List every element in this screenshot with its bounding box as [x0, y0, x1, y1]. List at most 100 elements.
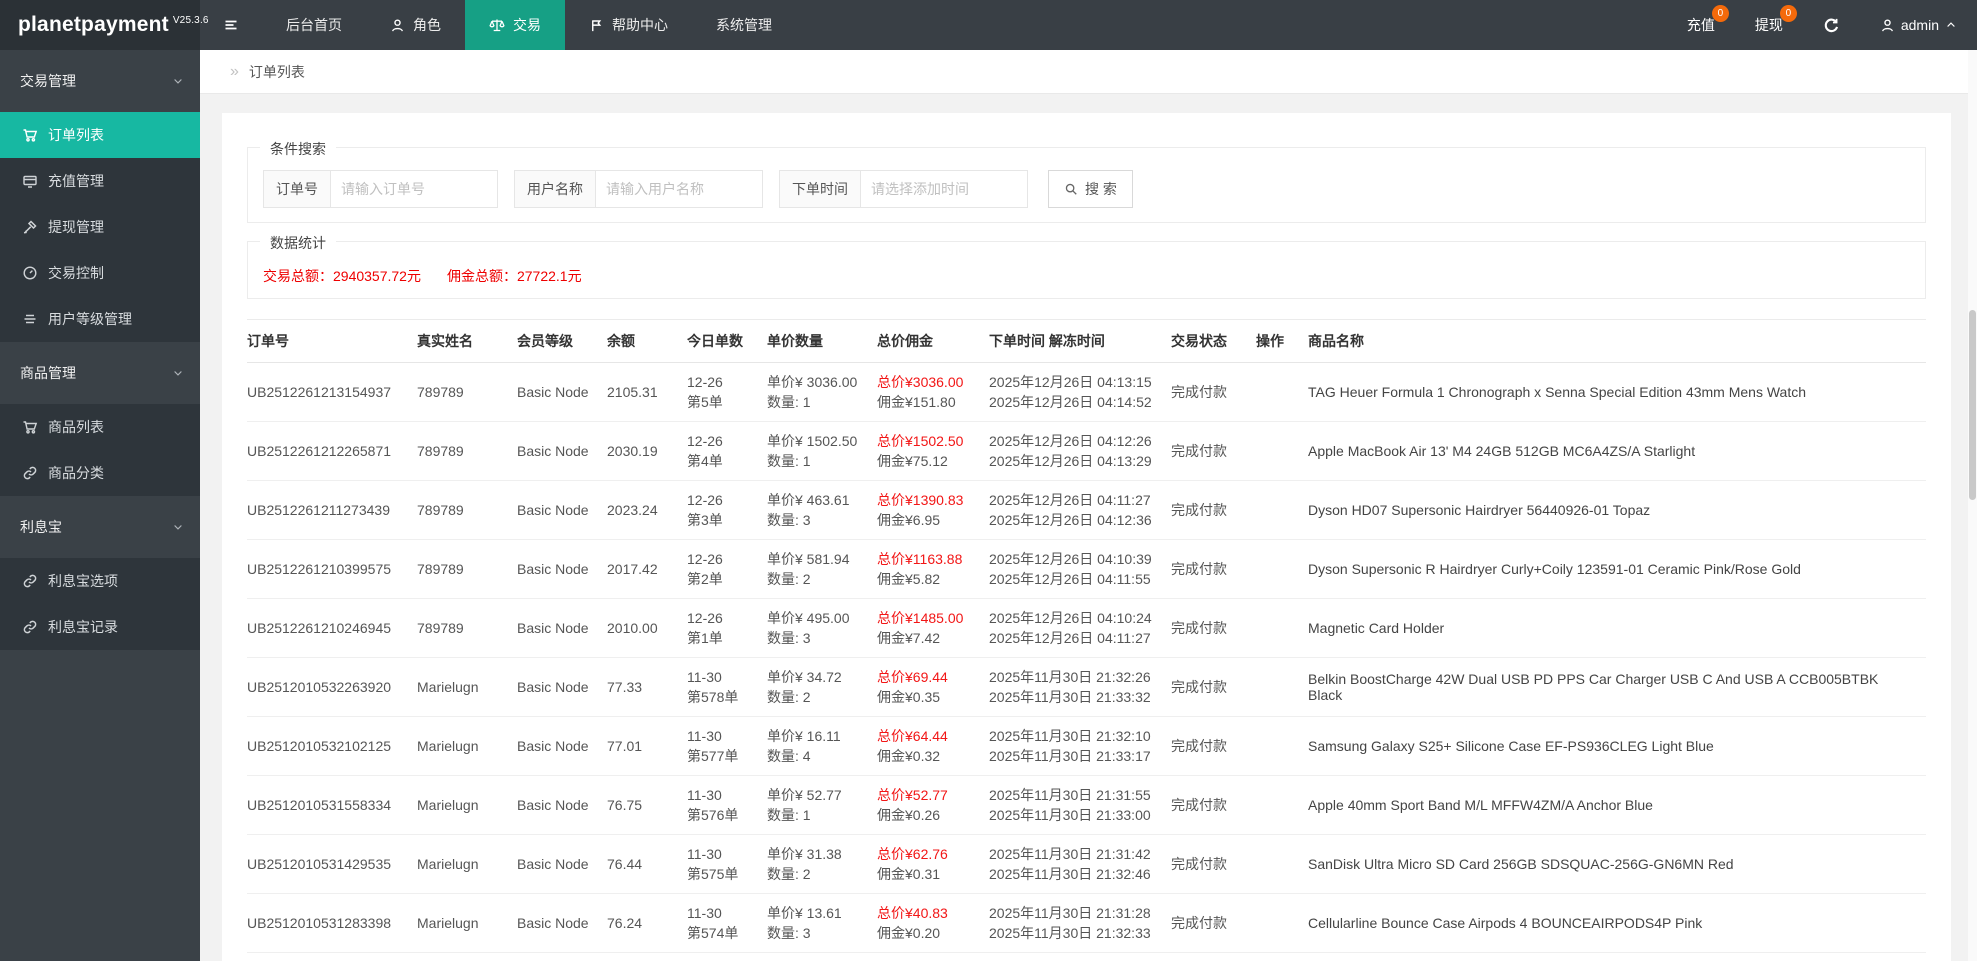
- sidebar-submenu-trade: 订单列表 充值管理 提现管理 交易控制 用户等级管理: [0, 112, 200, 342]
- table-row: UB2512261213154937 789789 Basic Node 2105.3…: [247, 363, 1926, 422]
- sidebar-item-label: 利息宝选项: [48, 573, 118, 589]
- sidebar-group-trade-management[interactable]: 交易管理: [0, 50, 200, 112]
- column-header: 商品名称: [1308, 333, 1364, 349]
- topnav-item-trade[interactable]: 交易: [465, 0, 565, 50]
- order-no-cell: UB2512010531429535: [247, 856, 392, 872]
- menu-toggle-icon[interactable]: [200, 0, 262, 50]
- person-icon: [390, 18, 405, 33]
- price-qty-cell: 单价¥ 495.00 数量: 3: [767, 610, 850, 646]
- trade-status-cell: 完成付款: [1171, 384, 1227, 400]
- member-level-cell: Basic Node: [517, 856, 589, 872]
- total-commission-cell: 总价¥1485.00 佣金¥7.42: [877, 610, 964, 646]
- topbar: planetpayment V25.3.6 后台首页 角色 交易 帮助中心 系统…: [0, 0, 1977, 50]
- sidebar-item-user-level-management[interactable]: 用户等级管理: [0, 296, 200, 342]
- order-time-field-group: 下单时间: [779, 170, 1028, 208]
- sidebar-item-product-list[interactable]: 商品列表: [0, 404, 200, 450]
- total-commission-cell: 总价¥64.44 佣金¥0.32: [877, 728, 948, 764]
- order-unfreeze-time-cell: 2025年11月30日 21:31:55 2025年11月30日 21:33:00: [989, 787, 1151, 823]
- column-header: 订单号: [247, 333, 289, 349]
- product-name-cell: Cellularline Bounce Case Airpods 4 BOUNC…: [1308, 915, 1703, 931]
- sidebar-submenu-product: 商品列表 商品分类: [0, 404, 200, 496]
- topnav: 后台首页 角色 交易 帮助中心 系统管理: [262, 0, 796, 50]
- member-level-cell: Basic Node: [517, 738, 589, 754]
- topnav-label: 帮助中心: [612, 17, 668, 33]
- column-header: 会员等级: [517, 333, 573, 349]
- balance-cell: 2030.19: [607, 443, 658, 459]
- app-logo: planetpayment V25.3.6: [0, 0, 208, 50]
- price-qty-cell: 单价¥ 34.72 数量: 2: [767, 669, 842, 705]
- order-unfreeze-time-cell: 2025年11月30日 21:31:28 2025年11月30日 21:32:33: [989, 905, 1151, 941]
- sidebar-item-withdraw-management[interactable]: 提现管理: [0, 204, 200, 250]
- sidebar-item-label: 商品分类: [48, 465, 104, 481]
- stats-fieldset: 数据统计 交易总额：2940357.72元 佣金总额：27722.1元: [247, 233, 1926, 299]
- order-unfreeze-time-cell: 2025年12月26日 04:13:15 2025年12月26日 04:14:52: [989, 374, 1152, 410]
- real-name-cell: Marielugn: [417, 679, 479, 695]
- sidebar-group-interest-treasure[interactable]: 利息宝: [0, 496, 200, 558]
- page-scrollbar[interactable]: [1968, 50, 1977, 961]
- app-logo-text: planetpayment: [18, 13, 169, 36]
- sidebar-item-recharge-management[interactable]: 充值管理: [0, 158, 200, 204]
- topnav-item-system[interactable]: 系统管理: [692, 0, 796, 50]
- search-button[interactable]: 搜 索: [1048, 170, 1133, 208]
- member-level-cell: Basic Node: [517, 561, 589, 577]
- table-row: UB2512261210399575 789789 Basic Node 2017.4…: [247, 540, 1926, 599]
- withdraw-button[interactable]: 提现 0: [1735, 0, 1803, 50]
- username-label: admin: [1900, 17, 1939, 33]
- order-unfreeze-time-cell: 2025年12月26日 04:12:26 2025年12月26日 04:13:29: [989, 433, 1152, 469]
- search-legend: 条件搜索: [260, 139, 336, 159]
- order-time-input[interactable]: [860, 170, 1028, 208]
- balance-cell: 77.01: [607, 738, 643, 754]
- card-icon: [22, 173, 38, 189]
- breadcrumb: » 订单列表: [200, 50, 1977, 94]
- stats-line: 交易总额：2940357.72元 佣金总额：27722.1元: [263, 266, 1910, 286]
- withdraw-badge: 0: [1779, 5, 1797, 22]
- user-name-input[interactable]: [595, 170, 763, 208]
- trade-status-cell: 完成付款: [1171, 915, 1227, 931]
- real-name-cell: Marielugn: [417, 856, 479, 872]
- topnav-item-help-center[interactable]: 帮助中心: [565, 0, 692, 50]
- sidebar-item-interest-options[interactable]: 利息宝选项: [0, 558, 200, 604]
- search-icon: [1064, 182, 1078, 196]
- price-qty-cell: 单价¥ 3036.00 数量: 1: [767, 374, 858, 410]
- trade-status-cell: 完成付款: [1171, 738, 1227, 754]
- topnav-item-dashboard[interactable]: 后台首页: [262, 0, 366, 50]
- commission-total-stat: 佣金总额：27722.1元: [446, 268, 582, 284]
- member-level-cell: Basic Node: [517, 797, 589, 813]
- price-qty-cell: 单价¥ 13.61 数量: 3: [767, 905, 842, 941]
- user-name-field-label: 用户名称: [514, 170, 595, 208]
- link-icon: [22, 573, 38, 589]
- chevron-down-icon: [172, 367, 184, 379]
- page-scrollbar-thumb[interactable]: [1969, 310, 1976, 500]
- breadcrumb-separator-icon: »: [230, 62, 239, 80]
- total-commission-cell: 总价¥69.44 佣金¥0.35: [877, 669, 948, 705]
- table-row: UB2512261212265871 789789 Basic Node 2030.1…: [247, 422, 1926, 481]
- table-row: UB2512261211273439 789789 Basic Node 2023.2…: [247, 481, 1926, 540]
- real-name-cell: 789789: [417, 443, 464, 459]
- sidebar: 交易管理 订单列表 充值管理 提现管理 交易控制 用户等级管理 商品管理 商品列…: [0, 50, 200, 961]
- sidebar-item-trade-control[interactable]: 交易控制: [0, 250, 200, 296]
- table-row: UB2512261210246945 789789 Basic Node 2010.0…: [247, 599, 1926, 658]
- order-unfreeze-time-cell: 2025年12月26日 04:10:24 2025年12月26日 04:11:27: [989, 610, 1152, 646]
- product-name-cell: Dyson Supersonic R Hairdryer Curly+Coily…: [1308, 561, 1801, 577]
- recharge-button[interactable]: 充值 0: [1667, 0, 1735, 50]
- topnav-label: 交易: [513, 17, 541, 33]
- topnav-item-roles[interactable]: 角色: [366, 0, 465, 50]
- product-name-cell: Apple 40mm Sport Band M/L MFFW4ZM/A Anch…: [1308, 797, 1653, 813]
- user-menu[interactable]: admin: [1860, 0, 1977, 50]
- sidebar-item-order-list[interactable]: 订单列表: [0, 112, 200, 158]
- sidebar-item-interest-records[interactable]: 利息宝记录: [0, 604, 200, 650]
- member-level-cell: Basic Node: [517, 502, 589, 518]
- chevron-down-icon: [172, 75, 184, 87]
- sidebar-item-product-category[interactable]: 商品分类: [0, 450, 200, 496]
- search-fieldset: 条件搜索 订单号 用户名称 下单时间 搜 索: [247, 139, 1926, 223]
- order-no-input[interactable]: [330, 170, 498, 208]
- balance-cell: 2017.42: [607, 561, 658, 577]
- refresh-button[interactable]: [1803, 0, 1860, 50]
- product-name-cell: Samsung Galaxy S25+ Silicone Case EF-PS9…: [1308, 738, 1714, 754]
- order-no-field-group: 订单号: [263, 170, 498, 208]
- cart-icon: [22, 419, 38, 435]
- topnav-label: 后台首页: [286, 17, 342, 33]
- order-no-cell: UB2512010531558334: [247, 797, 392, 813]
- sidebar-group-product-management[interactable]: 商品管理: [0, 342, 200, 404]
- sidebar-group-label: 商品管理: [20, 365, 76, 381]
